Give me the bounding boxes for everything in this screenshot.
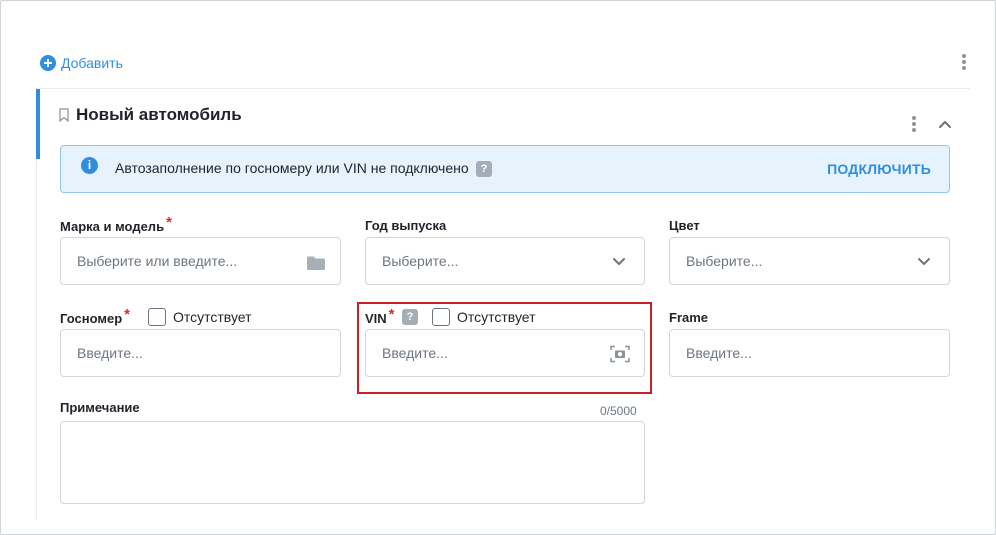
info-icon: i — [81, 157, 98, 174]
camera-scan-icon[interactable] — [610, 345, 630, 363]
checkbox-box[interactable] — [432, 308, 450, 326]
plate-placeholder: Введите... — [77, 345, 143, 361]
frame-input[interactable]: Введите... — [669, 329, 950, 377]
add-button-label: Добавить — [61, 55, 123, 71]
brand-placeholder: Выберите или введите... — [77, 253, 238, 269]
vin-question-icon[interactable]: ? — [402, 309, 418, 325]
year-select[interactable]: Выберите... — [365, 237, 645, 285]
required-mark: * — [124, 306, 130, 323]
banner-text: Автозаполнение по госномеру или VIN не п… — [115, 160, 469, 176]
plate-absent-label: Отсутствует — [173, 309, 252, 325]
folder-icon[interactable] — [306, 255, 326, 271]
card-border — [36, 159, 37, 519]
plate-absent-checkbox[interactable]: Отсутствует — [148, 308, 252, 326]
plate-input[interactable]: Введите... — [60, 329, 341, 377]
divider — [36, 88, 970, 89]
card-title: Новый автомобиль — [76, 105, 242, 124]
vin-placeholder: Введите... — [382, 345, 448, 361]
required-mark: * — [166, 214, 172, 231]
vin-absent-checkbox[interactable]: Отсутствует — [432, 308, 536, 326]
add-button[interactable]: Добавить — [40, 55, 123, 71]
chevron-up-icon[interactable] — [936, 117, 954, 131]
year-placeholder: Выберите... — [382, 253, 459, 269]
chevron-down-icon — [918, 258, 930, 265]
char-counter: 0/5000 — [600, 404, 637, 418]
plate-label: Госномер * — [60, 306, 130, 326]
vin-absent-label: Отсутствует — [457, 309, 536, 325]
color-select[interactable]: Выберите... — [669, 237, 950, 285]
card-accent-bar — [36, 89, 40, 159]
bookmark-icon[interactable] — [59, 108, 69, 122]
note-label: Примечание — [60, 400, 140, 415]
brand-label: Марка и модель * — [60, 214, 172, 234]
autofill-banner: i Автозаполнение по госномеру или VIN не… — [60, 145, 950, 193]
plus-circle-icon — [40, 55, 56, 71]
question-icon[interactable]: ? — [476, 161, 492, 177]
required-mark: * — [388, 306, 395, 323]
brand-model-input[interactable]: Выберите или введите... — [60, 237, 341, 285]
frame-label: Frame — [669, 310, 709, 325]
frame-placeholder: Введите... — [686, 345, 752, 361]
color-label: Цвет — [669, 218, 700, 233]
color-placeholder: Выберите... — [686, 253, 763, 269]
year-label: Год выпуска — [365, 218, 447, 233]
more-vertical-icon[interactable] — [962, 54, 966, 70]
card-more-vertical-icon[interactable] — [912, 116, 916, 132]
connect-button[interactable]: ПОДКЛЮЧИТЬ — [827, 161, 931, 177]
chevron-down-icon — [613, 258, 625, 265]
note-textarea[interactable] — [60, 421, 645, 504]
checkbox-box[interactable] — [148, 308, 166, 326]
vin-label: VIN * — [365, 306, 395, 326]
vin-input[interactable]: Введите... — [365, 329, 645, 377]
